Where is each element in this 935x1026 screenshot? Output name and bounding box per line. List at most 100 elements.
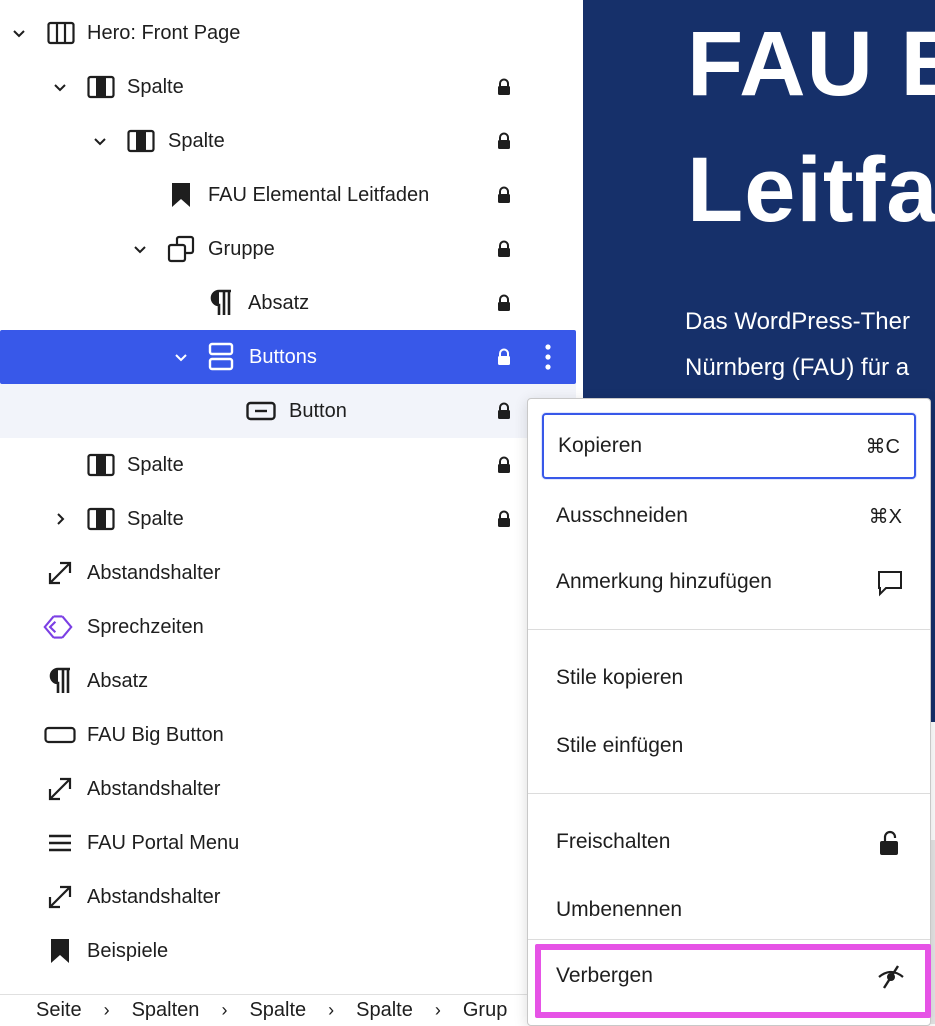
list-item-label: Button [289,399,347,422]
lock-icon [495,510,513,528]
shortcut-label: ⌘X [868,505,902,528]
menu-item-label: Stile einfügen [556,734,684,757]
list-item-label: Spalte [127,507,184,530]
list-item-fau-portal-menu[interactable]: FAU Portal Menu [0,816,576,870]
list-item-sprechzeiten[interactable]: Sprechzeiten [0,600,576,654]
spacer-icon [45,558,75,588]
columns-icon [46,18,76,48]
eye-hidden-icon [876,963,904,991]
column-icon [126,126,156,156]
paragraph-icon [45,666,75,696]
menu-divider [528,793,930,794]
menu-item-label: Verbergen [556,964,653,987]
copy-styles-menu-item[interactable]: Stile kopieren [542,645,916,711]
big-button-icon [43,720,77,750]
menu-icon [45,828,75,858]
bookmark-icon [45,936,75,966]
chevron-right-icon: › [328,999,335,1020]
list-item-label: Abstandshalter [87,561,221,584]
hide-menu-item[interactable]: Verbergen [542,943,916,1009]
breadcrumb-item[interactable]: Spalte [227,999,306,1022]
lock-icon [495,294,513,312]
breadcrumb: Seite › Spalten › Spalte › Spalte › Grup [0,994,582,1025]
unlock-menu-item[interactable]: Freischalten [542,809,916,875]
list-item-spalte[interactable]: Spalte [0,492,576,546]
unlock-icon [876,829,904,857]
list-item-abstandshalter[interactable]: Abstandshalter [0,870,576,924]
list-view-tree: Hero: Front Page Spalte Spalte FAU Eleme… [0,0,582,990]
list-item-label: Hero: Front Page [87,21,241,44]
add-note-menu-item[interactable]: Anmerkung hinzufügen [542,549,916,615]
diamond-icon [43,612,73,642]
chevron-right-icon: › [103,999,110,1020]
breadcrumb-item[interactable]: Seite [0,999,82,1022]
list-item-spalte[interactable]: Spalte [0,60,576,114]
lock-icon [495,456,513,474]
list-item-label: Absatz [87,669,149,692]
canvas-lead-line2: Nürnberg (FAU) für a [685,354,910,381]
menu-item-label: Ausschneiden [556,504,688,527]
chevron-right-icon: › [221,999,228,1020]
chevron-down-icon[interactable] [172,348,190,366]
shortcut-label: ⌘C [865,435,900,458]
list-item-hero-front-page[interactable]: Hero: Front Page [0,6,576,60]
list-item-label: FAU Elemental Leitfaden [208,183,430,206]
breadcrumb-item[interactable]: Spalte [334,999,413,1022]
list-item-label: Abstandshalter [87,885,221,908]
list-item-button[interactable]: Button [0,384,576,438]
list-item-absatz[interactable]: Absatz [0,654,576,708]
paragraph-icon [206,288,236,318]
list-item-abstandshalter[interactable]: Abstandshalter [0,546,576,600]
chevron-right-icon[interactable] [51,510,69,528]
menu-item-label: Anmerkung hinzufügen [556,570,772,593]
menu-divider [528,939,930,940]
list-item-label: Abstandshalter [87,777,221,800]
spacer-icon [45,774,75,804]
list-item-label: Absatz [248,291,310,314]
menu-item-label: Kopieren [558,434,643,457]
breadcrumb-item[interactable]: Grup [441,999,507,1022]
list-item-absatz[interactable]: Absatz [0,276,576,330]
list-item-fau-elemental-leitfaden[interactable]: FAU Elemental Leitfaden [0,168,576,222]
chevron-down-icon[interactable] [10,24,28,42]
canvas-lead-line1: Das WordPress-Ther [685,308,910,335]
chevron-down-icon[interactable] [51,78,69,96]
list-item-label: Beispiele [87,939,169,962]
menu-divider [528,629,930,630]
list-item-fau-big-button[interactable]: FAU Big Button [0,708,576,762]
canvas-heading-line1: FAU E [687,13,935,115]
menu-item-label: Freischalten [556,830,671,853]
list-item-label: Spalte [127,453,184,476]
list-item-label: FAU Portal Menu [87,831,240,854]
list-item-label: Gruppe [208,237,275,260]
list-item-spalte[interactable]: Spalte [0,114,576,168]
copy-menu-item[interactable]: Kopieren ⌘C [542,413,916,479]
button-icon [246,396,276,426]
lock-icon [495,240,513,258]
list-item-abstandshalter[interactable]: Abstandshalter [0,762,576,816]
block-options-menu: Kopieren ⌘C Ausschneiden ⌘X Anmerkung hi… [527,398,931,1026]
list-item-label: Spalte [168,129,225,152]
list-item-spalte[interactable]: Spalte [0,438,576,492]
group-icon [166,234,196,264]
chevron-down-icon[interactable] [131,240,149,258]
list-item-gruppe[interactable]: Gruppe [0,222,576,276]
spacer-icon [45,882,75,912]
rename-menu-item[interactable]: Umbenennen [542,877,916,943]
canvas-heading-line2: Leitfa [687,139,935,241]
breadcrumb-item[interactable]: Spalten [110,999,200,1022]
lock-icon [495,78,513,96]
lock-icon [495,348,513,366]
options-menu-icon[interactable] [538,342,558,372]
cut-menu-item[interactable]: Ausschneiden ⌘X [542,483,916,549]
column-icon [86,504,116,534]
bookmark-icon [166,180,196,210]
comment-icon [876,569,904,597]
paste-styles-menu-item[interactable]: Stile einfügen [542,713,916,779]
list-item-buttons[interactable]: Buttons [0,330,576,384]
list-item-label: Buttons [249,345,317,368]
chevron-down-icon[interactable] [91,132,109,150]
buttons-icon [206,342,236,372]
lock-icon [495,402,513,420]
list-item-beispiele[interactable]: Beispiele [0,924,576,978]
